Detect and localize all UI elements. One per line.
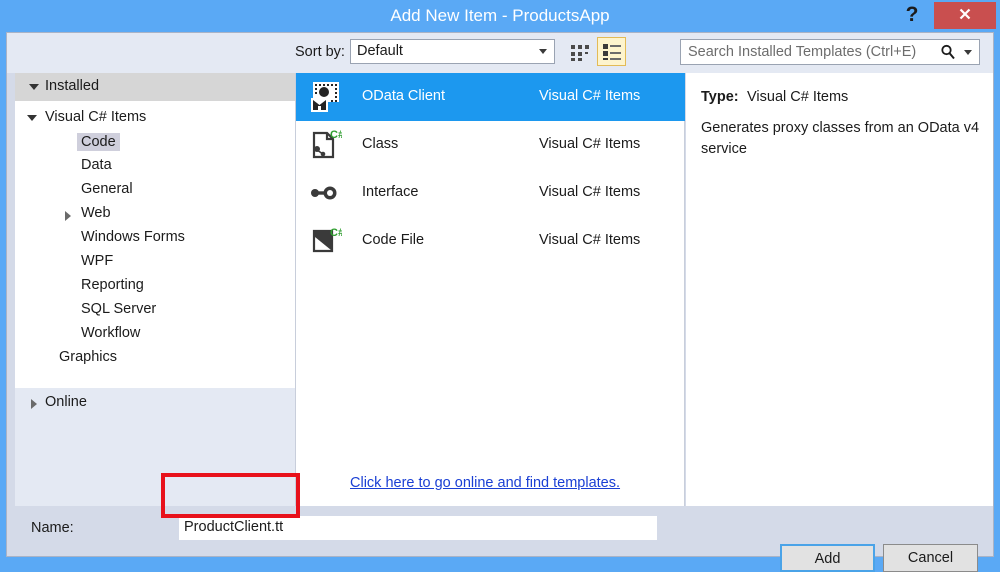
toolbar: Sort by: Default Search Installed Templa… — [7, 33, 993, 73]
tree-group-label: Visual C# Items — [45, 109, 147, 125]
sidebar-item-label: SQL Server — [81, 301, 157, 317]
title-bar: Add New Item - ProductsApp ? — [0, 0, 1000, 32]
template-category: Visual C# Items — [539, 232, 641, 248]
name-input[interactable]: ProductClient.tt — [179, 516, 657, 540]
details-type-label: Type: — [701, 89, 739, 105]
template-row-class[interactable]: C# Class Visual C# Items — [296, 121, 685, 169]
sort-by-dropdown[interactable]: Default — [350, 39, 555, 64]
template-name: OData Client — [362, 88, 446, 104]
triangle-down-icon — [27, 115, 37, 121]
search-input[interactable]: Search Installed Templates (Ctrl+E) — [680, 39, 980, 65]
template-category: Visual C# Items — [539, 88, 641, 104]
template-name: Interface — [362, 184, 419, 200]
template-row-interface[interactable]: Interface Visual C# Items — [296, 169, 685, 217]
sidebar-item-label: Reporting — [81, 277, 144, 293]
template-details-panel: Type: Visual C# Items Generates proxy cl… — [686, 73, 993, 506]
search-icon — [939, 43, 957, 66]
sidebar-item-label: Graphics — [59, 349, 118, 365]
triangle-right-icon — [65, 211, 71, 221]
sort-by-value: Default — [357, 43, 403, 59]
template-category: Visual C# Items — [539, 136, 641, 152]
add-new-item-dialog: Add New Item - ProductsApp ? Sort by: De… — [0, 0, 1000, 572]
close-button[interactable] — [934, 2, 996, 29]
template-name: Code File — [362, 232, 425, 248]
triangle-right-icon — [31, 399, 37, 409]
svg-text:C#: C# — [330, 129, 342, 141]
sidebar-item-label: General — [81, 181, 133, 197]
help-button[interactable]: ? — [894, 0, 930, 30]
template-category: Visual C# Items — [539, 184, 641, 200]
details-type-value: Visual C# Items — [747, 89, 849, 105]
sort-by-label: Sort by: — [295, 44, 345, 60]
name-label: Name: — [31, 520, 74, 536]
list-view-icon — [603, 44, 621, 60]
cancel-button[interactable]: Cancel — [883, 544, 978, 572]
tree-section-installed[interactable]: Installed — [15, 73, 295, 101]
class-icon: C# — [306, 127, 344, 163]
template-row-odata-client[interactable]: OData Client Visual C# Items — [296, 73, 685, 121]
window-title: Add New Item - ProductsApp — [390, 6, 610, 25]
tree-body: Visual C# Items Code Data General Web Wi… — [15, 101, 295, 388]
sidebar-item-label: Code — [77, 133, 120, 151]
add-button[interactable]: Add — [780, 544, 875, 572]
templates-tree-panel: Installed Visual C# Items Code Data Gene… — [15, 73, 295, 506]
find-online-templates-link[interactable]: Click here to go online and find templat… — [350, 475, 620, 491]
list-view-button[interactable] — [597, 37, 626, 66]
chevron-down-icon — [539, 49, 547, 54]
sidebar-item-label: Workflow — [81, 325, 141, 341]
template-row-code-file[interactable]: C# Code File Visual C# Items — [296, 217, 685, 265]
small-icons-view-button[interactable] — [565, 37, 594, 66]
tree-section-online[interactable]: Online — [15, 388, 295, 420]
sidebar-item-label: Windows Forms — [81, 229, 185, 245]
close-icon — [959, 8, 971, 20]
template-list: OData Client Visual C# Items C# Class Vi… — [295, 73, 685, 506]
sidebar-item-label: Data — [81, 157, 112, 173]
template-name: Class — [362, 136, 399, 152]
code-file-icon: C# — [306, 223, 344, 259]
sidebar-item-label: Web — [81, 205, 111, 221]
svg-text:C#: C# — [330, 227, 342, 239]
name-input-value: ProductClient.tt — [184, 519, 284, 535]
sidebar-item-label: WPF — [81, 253, 114, 269]
search-placeholder: Search Installed Templates (Ctrl+E) — [688, 44, 917, 60]
grid-view-icon — [571, 45, 589, 61]
installed-label: Installed — [45, 78, 100, 94]
dialog-body: Sort by: Default Search Installed Templa… — [6, 32, 994, 572]
search-chevron-down-icon[interactable] — [964, 50, 972, 55]
online-label: Online — [45, 394, 87, 410]
odata-client-icon — [306, 79, 342, 115]
details-description: Generates proxy classes from an OData v4… — [701, 120, 980, 157]
interface-icon — [306, 175, 342, 211]
triangle-down-icon — [29, 84, 39, 90]
